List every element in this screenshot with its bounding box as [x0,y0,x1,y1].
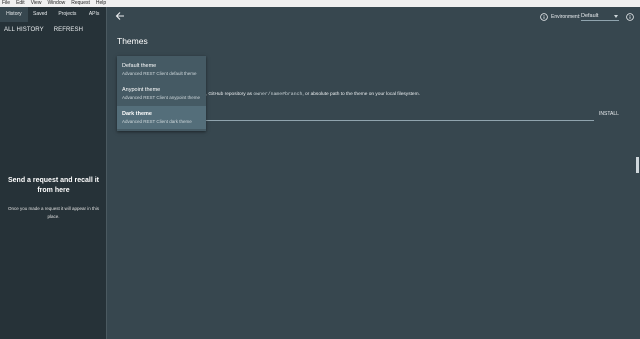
tab-saved[interactable]: Saved [28,7,53,22]
menu-window[interactable]: Window [47,0,65,7]
history-actions: ALL HISTORY REFRESH [4,27,93,33]
theme-path-input[interactable] [203,120,594,121]
theme-option-default[interactable]: Default theme Advanced REST Client defau… [117,58,206,81]
menu-request[interactable]: Request [71,0,90,7]
menu-file[interactable]: File [2,0,10,7]
tab-projects[interactable]: Projects [53,7,83,22]
description-code: owner/name#branch [253,92,303,97]
empty-state-title: Send a request and recall it from here [7,177,100,194]
environment-label: Environment: [551,14,581,20]
theme-dropdown: Default theme Advanced REST Client defau… [117,56,206,131]
sidebar: History Saved Projects APIs ALL HISTORY … [0,7,107,339]
option-name: Anypoint theme [122,87,161,93]
info-icon[interactable] [626,13,634,21]
scrollbar-thumb[interactable] [636,157,639,173]
install-description: e, GitHub repository as owner/name#branc… [203,92,420,97]
arrow-left-icon[interactable] [114,10,126,22]
option-description: Advanced REST Client dark theme [122,119,192,124]
menu-edit[interactable]: Edit [16,0,25,7]
theme-option-dark[interactable]: Dark theme Advanced REST Client dark the… [117,106,206,129]
theme-option-anypoint[interactable]: Anypoint theme Advanced REST Client anyp… [117,82,206,105]
page-title: Themes [117,36,148,46]
caret-down-icon[interactable] [614,15,618,18]
menu-help[interactable]: Help [96,0,106,7]
top-bar: Environment: Default [108,7,640,27]
install-button[interactable]: INSTALL [599,111,619,117]
option-name: Default theme [122,63,157,69]
all-history-button[interactable]: ALL HISTORY [4,27,44,33]
sidebar-tabs: History Saved Projects APIs [0,7,106,22]
refresh-button[interactable]: REFRESH [54,27,83,33]
option-name: Dark theme [122,111,152,117]
description-prefix: e, GitHub repository as [203,92,254,97]
info-icon[interactable] [540,13,548,21]
option-description: Advanced REST Client anypoint theme [122,95,200,100]
menu-view[interactable]: View [31,0,42,7]
tab-history[interactable]: History [0,7,28,22]
description-suffix: , or absolute path to the theme on your … [302,92,420,97]
option-description: Advanced REST Client default theme [122,71,197,76]
empty-state-message: Once you made a request it will appear i… [7,206,100,219]
menu-bar: File Edit View Window Request Help [0,0,640,7]
tab-apis[interactable]: APIs [82,7,106,22]
